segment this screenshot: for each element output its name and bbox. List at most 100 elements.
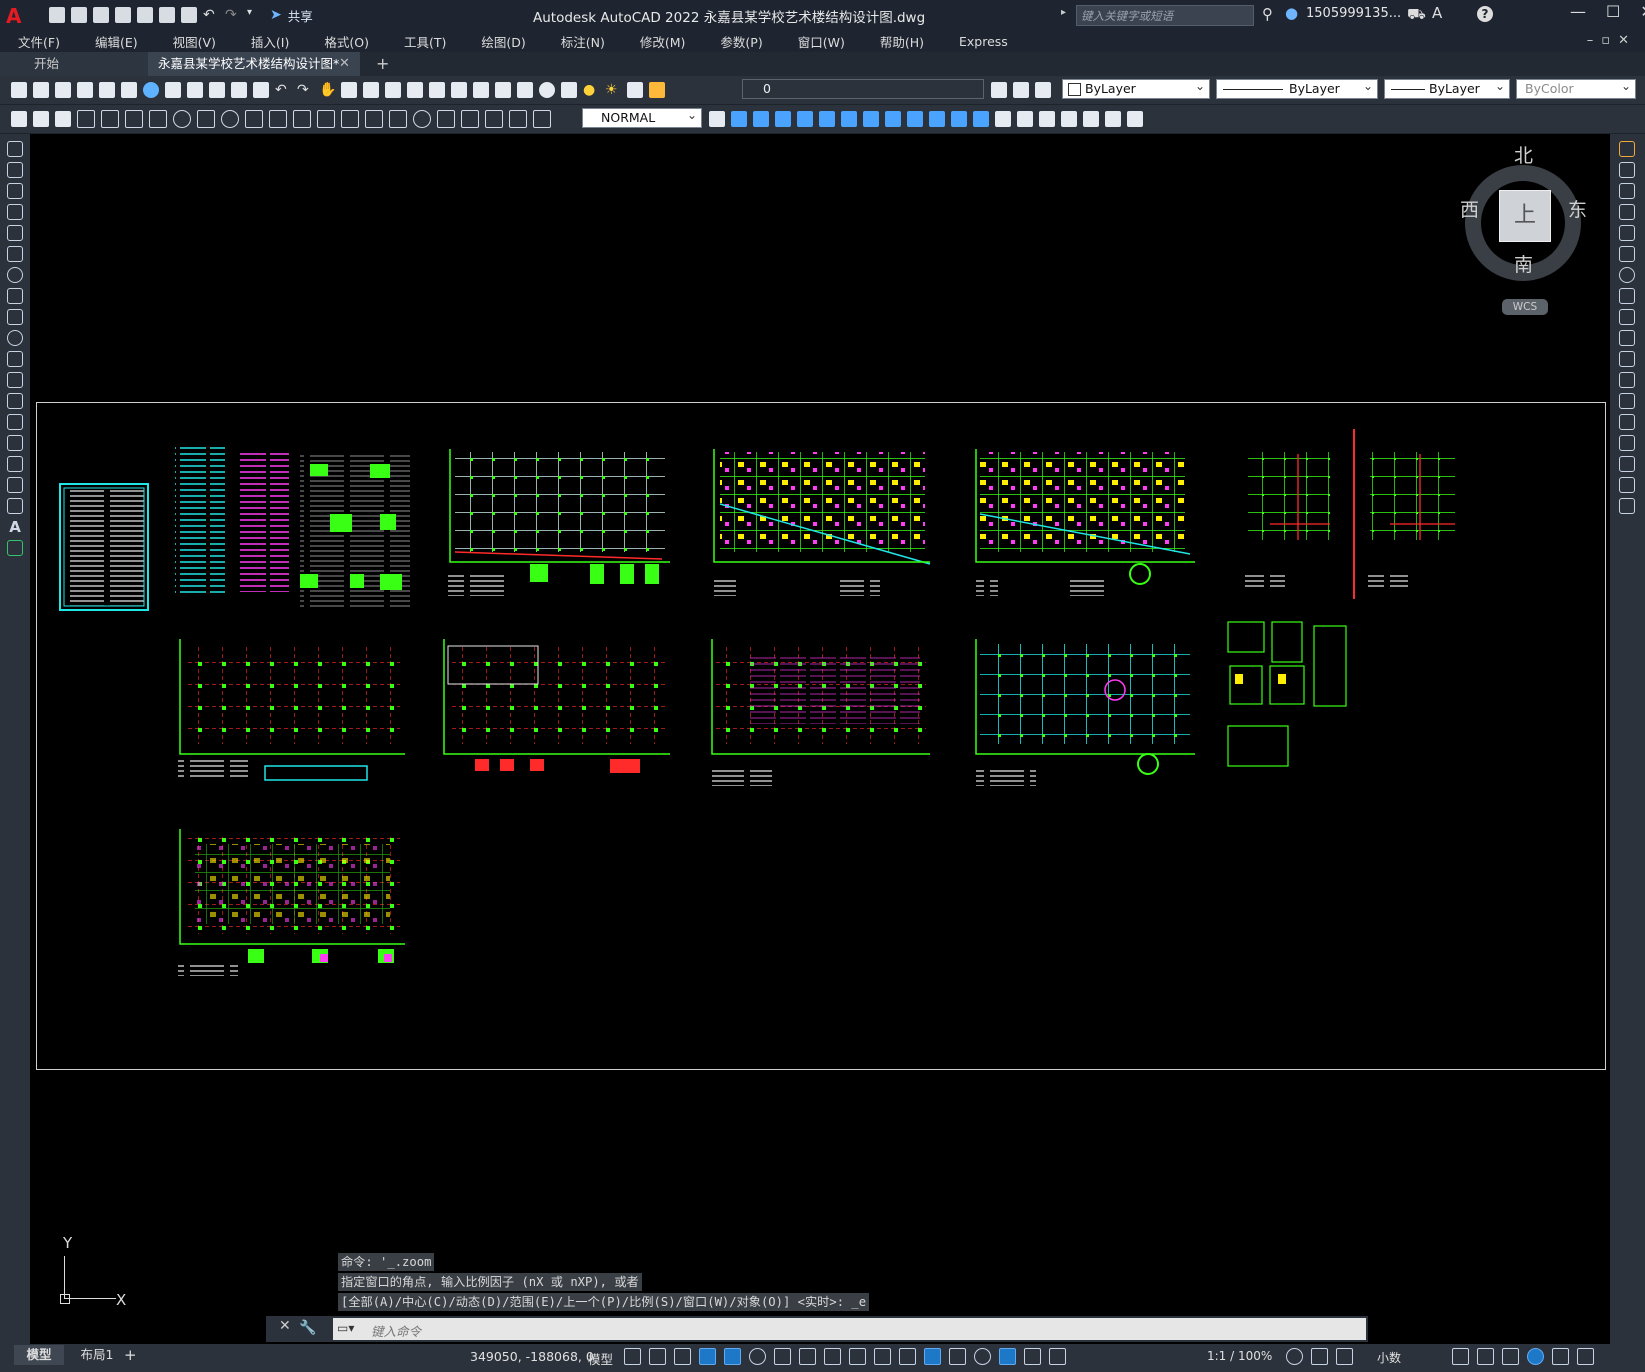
redo-icon[interactable]: ↷	[225, 7, 241, 23]
continue-dim-icon[interactable]	[317, 110, 335, 128]
angular-dim-icon[interactable]	[245, 110, 263, 128]
transparency-icon[interactable]	[874, 1348, 891, 1365]
extract-edges-icon[interactable]	[1083, 111, 1099, 127]
explode-icon[interactable]	[1619, 497, 1635, 514]
properties-icon[interactable]	[407, 82, 423, 98]
menu-dimension[interactable]: 标注(N)	[543, 32, 605, 51]
loft-icon[interactable]	[929, 111, 945, 127]
plot-icon[interactable]	[77, 82, 93, 98]
menu-express[interactable]: Express	[941, 34, 1008, 49]
dim-text-edit-icon[interactable]	[509, 110, 527, 128]
save-as-icon[interactable]	[115, 7, 131, 23]
lock-ui-icon[interactable]	[1477, 1348, 1494, 1365]
stretch-icon[interactable]	[1619, 308, 1635, 325]
drawing-canvas[interactable]: 上 北 南 东 西 WCS Y X	[30, 134, 1610, 1344]
quick-properties-icon[interactable]	[1452, 1348, 1469, 1365]
polar-tracking-icon[interactable]	[749, 1348, 766, 1365]
layer-properties-icon[interactable]	[561, 82, 577, 98]
autodesk-a360-icon[interactable]: A	[1432, 4, 1442, 22]
erase-icon[interactable]	[1619, 140, 1635, 157]
center-mark-icon[interactable]	[413, 110, 431, 128]
lineweight-dropdown[interactable]: ByLayer	[1384, 77, 1510, 99]
user-account[interactable]: 1505999135...	[1306, 6, 1401, 21]
publish-icon[interactable]	[121, 82, 137, 98]
layer-dropdown[interactable]: 0	[742, 77, 984, 99]
intersect-icon[interactable]	[995, 111, 1011, 127]
jogged-linear-icon[interactable]	[461, 110, 479, 128]
units-dropdown[interactable]: 小数	[1377, 1349, 1401, 1366]
maximize-button[interactable]: ☐	[1606, 2, 1620, 21]
fillet-icon[interactable]	[1619, 455, 1635, 472]
insert-block-icon[interactable]	[11, 111, 27, 127]
sweep-icon[interactable]	[907, 111, 923, 127]
block-editor-icon[interactable]	[253, 82, 269, 98]
polyline-icon[interactable]	[7, 182, 23, 199]
point-icon[interactable]	[7, 413, 23, 430]
new-icon[interactable]	[49, 7, 65, 23]
save-web-icon[interactable]	[159, 7, 175, 23]
menu-tools[interactable]: 工具(T)	[386, 32, 446, 51]
customization-menu-icon[interactable]	[1577, 1348, 1594, 1365]
wcs-menu[interactable]: WCS	[1502, 299, 1548, 315]
help-icon[interactable]	[539, 82, 555, 98]
3d-osnap-icon[interactable]	[924, 1348, 941, 1365]
search-icon[interactable]: ⚲	[1262, 5, 1273, 23]
menu-parametric[interactable]: 参数(P)	[702, 32, 762, 51]
imprint-icon[interactable]	[1105, 111, 1121, 127]
autocad-logo[interactable]: A	[6, 4, 21, 28]
units-icon[interactable]	[1336, 1348, 1353, 1365]
search-expand-icon[interactable]: ▸	[1061, 7, 1066, 18]
dim-space-icon[interactable]	[341, 110, 359, 128]
union-icon[interactable]	[951, 111, 967, 127]
workspace-gear-icon[interactable]	[1286, 1348, 1303, 1365]
viewcube-east[interactable]: 东	[1568, 195, 1587, 222]
inspection-icon[interactable]	[437, 110, 455, 128]
dynamic-ucs-icon[interactable]	[949, 1348, 966, 1365]
layer-on-icon[interactable]: ●	[583, 82, 599, 98]
arc-length-icon[interactable]	[125, 110, 143, 128]
viewcube-north[interactable]: 北	[1514, 141, 1533, 168]
markup-icon[interactable]	[495, 82, 511, 98]
search-box[interactable]: 键入关键字或短语	[1076, 5, 1254, 26]
ellipse-icon[interactable]	[7, 329, 23, 346]
jogged-dim-icon[interactable]	[197, 110, 215, 128]
open-web-icon[interactable]	[137, 7, 153, 23]
move-icon[interactable]	[1619, 245, 1635, 262]
mirror-icon[interactable]	[1619, 182, 1635, 199]
minimize-button[interactable]: —	[1570, 2, 1586, 21]
linetype-dropdown[interactable]: ByLayer	[1216, 77, 1378, 99]
gizmo-icon[interactable]	[999, 1348, 1016, 1365]
3d-sphere-icon[interactable]	[797, 111, 813, 127]
selection-cycling-icon[interactable]	[899, 1348, 916, 1365]
zoom-window-icon[interactable]	[363, 82, 379, 98]
model-tab[interactable]: 模型	[14, 1345, 64, 1365]
lineweight-icon[interactable]	[849, 1348, 866, 1365]
rectangle-icon[interactable]	[7, 224, 23, 241]
copy-icon[interactable]	[187, 82, 203, 98]
baseline-dim-icon[interactable]	[293, 110, 311, 128]
make-block-icon[interactable]	[7, 392, 23, 409]
gradient-icon[interactable]	[7, 455, 23, 472]
plot-preview-icon[interactable]	[99, 82, 115, 98]
customize-qat-icon[interactable]: ▾	[247, 7, 263, 23]
insert-block-icon[interactable]	[7, 371, 23, 388]
dim-edit-icon[interactable]	[485, 110, 503, 128]
multiline-text-icon[interactable]: A	[7, 519, 23, 535]
break-at-point-icon[interactable]	[1619, 371, 1635, 388]
recent-commands-icon[interactable]: ▭▾	[337, 1321, 354, 1335]
layer-lock-icon[interactable]	[649, 82, 665, 98]
help-icon[interactable]: ?	[1477, 6, 1493, 22]
polygon-icon[interactable]	[7, 203, 23, 220]
isolate-objects-icon[interactable]	[1502, 1348, 1519, 1365]
zoom-previous-icon[interactable]	[385, 82, 401, 98]
menu-format[interactable]: 格式(O)	[306, 32, 369, 51]
object-snap-icon[interactable]	[824, 1348, 841, 1365]
layer-states-icon[interactable]	[55, 111, 71, 127]
layout-tab[interactable]: 布局1	[72, 1345, 122, 1365]
paste-icon[interactable]	[209, 82, 225, 98]
chamfer-icon[interactable]	[1619, 434, 1635, 451]
annotation-scale[interactable]: 1:1 / 100%	[1207, 1349, 1272, 1363]
layer-viewport-icon[interactable]	[627, 82, 643, 98]
undo-icon[interactable]: ↶	[203, 7, 219, 23]
menu-view[interactable]: 视图(V)	[155, 32, 216, 51]
